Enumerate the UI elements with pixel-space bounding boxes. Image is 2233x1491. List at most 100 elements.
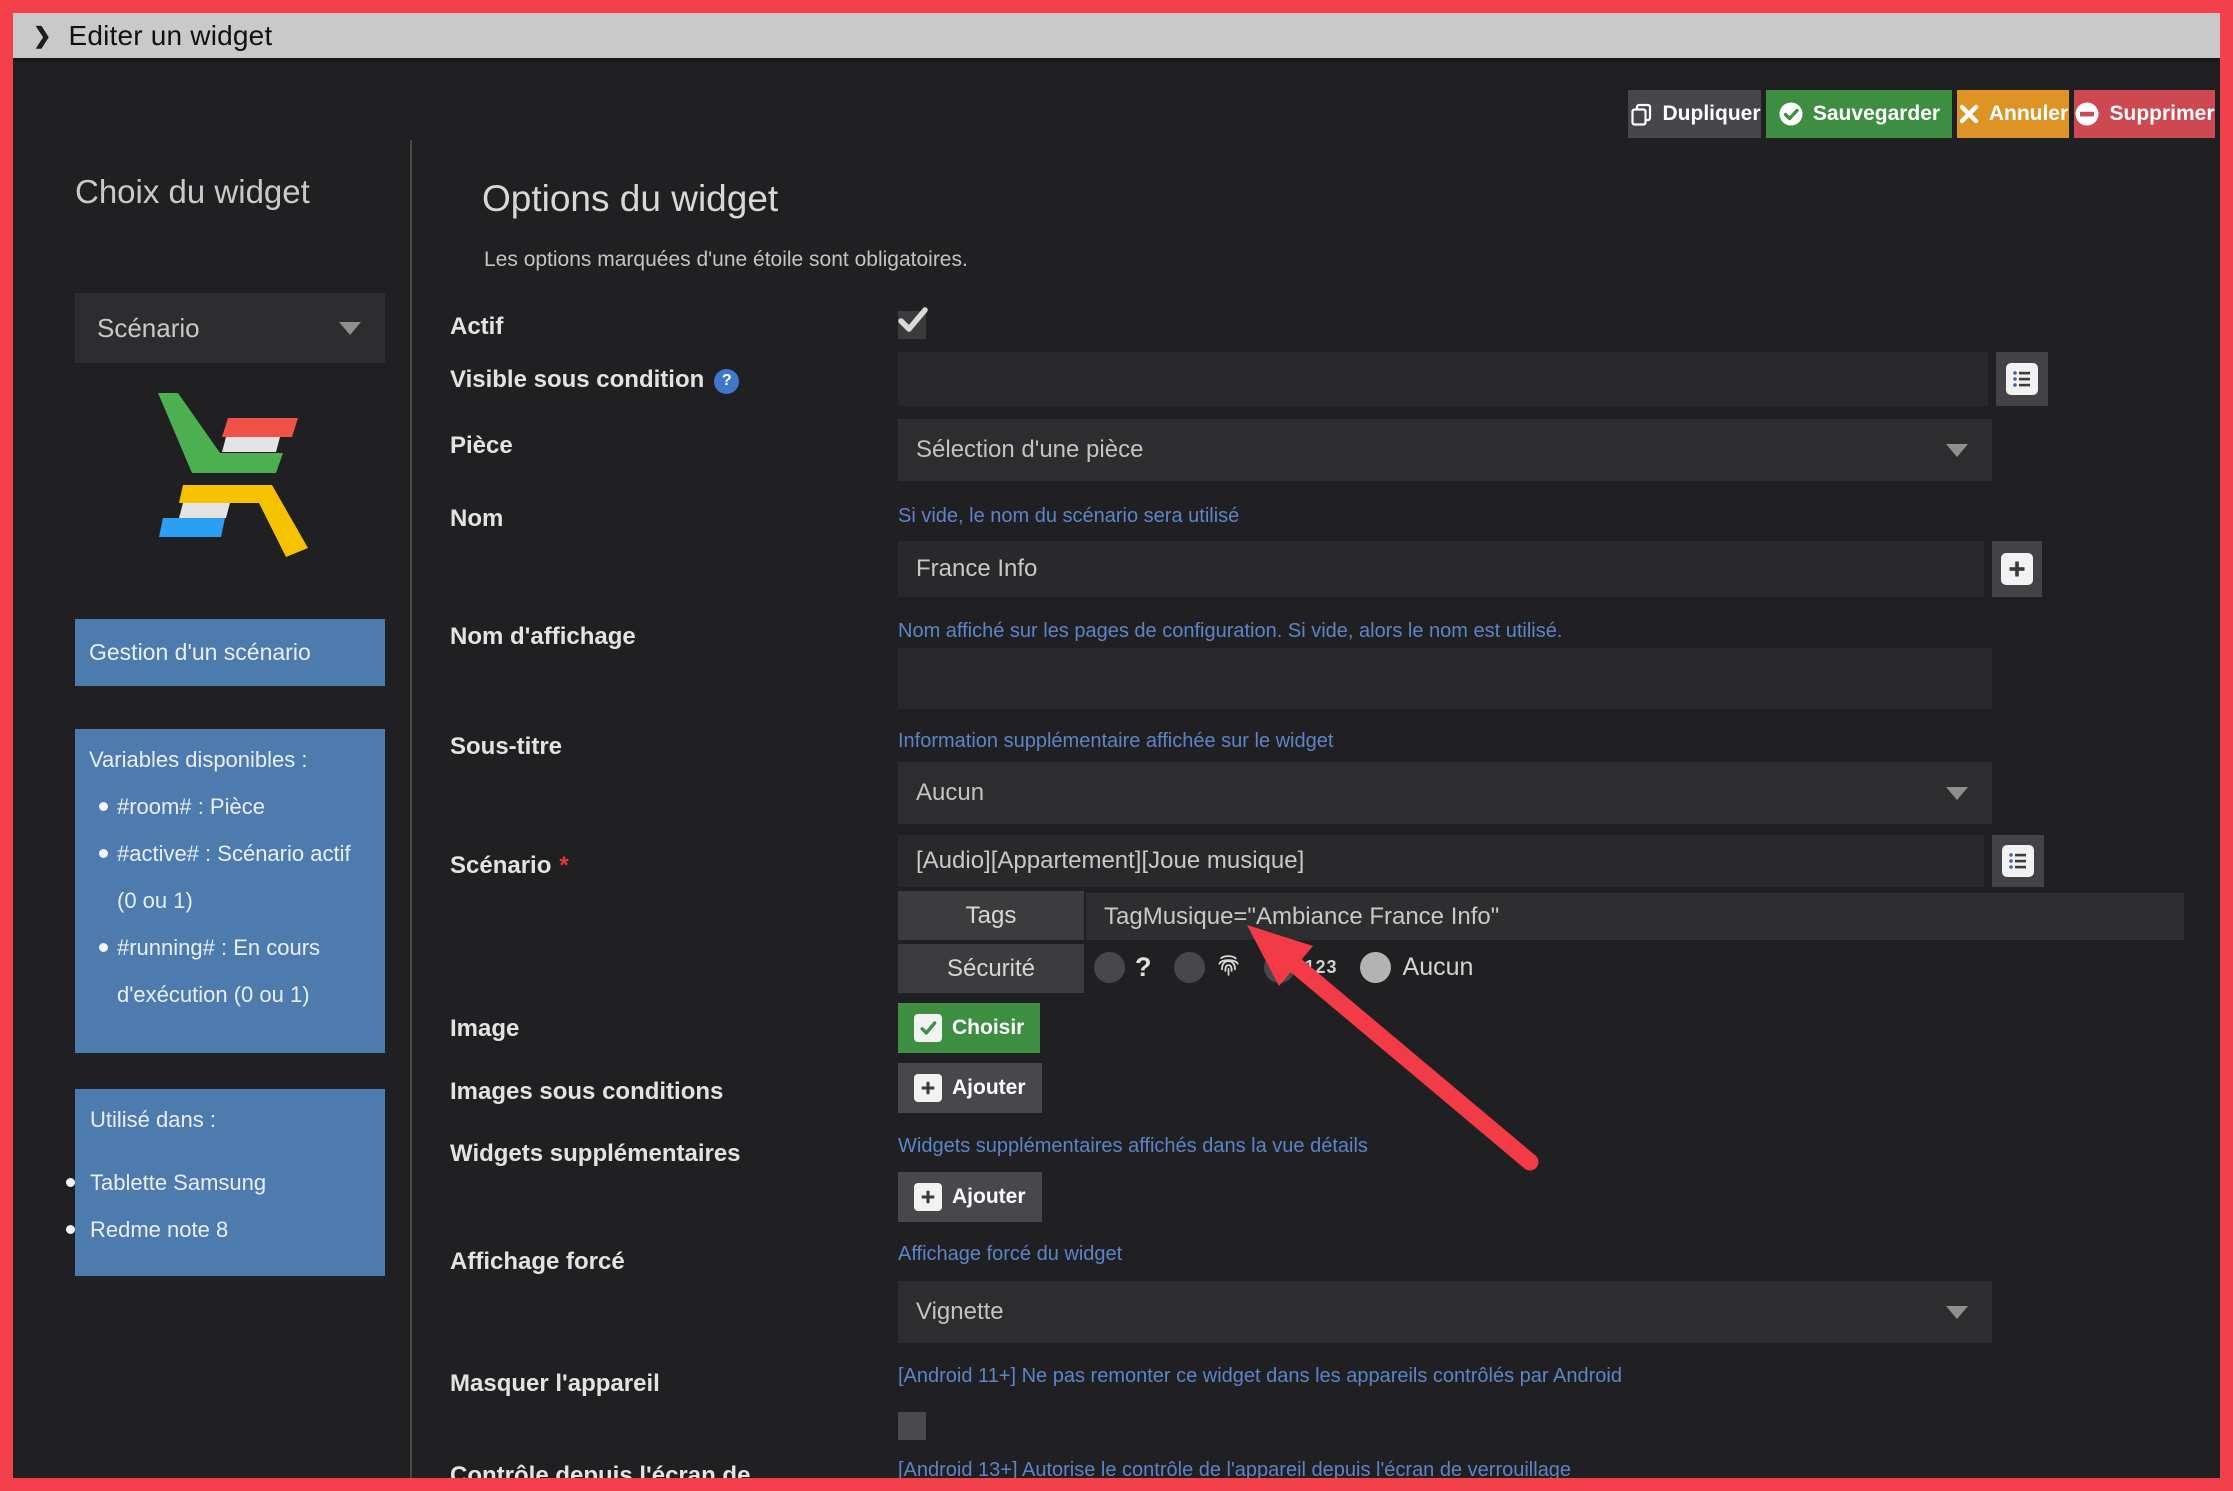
list-item: #running# : En cours d'exécution (0 ou 1… [117,924,375,1018]
field-label-masquer-appareil: Masquer l'appareil [450,1370,660,1398]
plus-square-icon [914,1183,942,1211]
field-label-nom: Nom [450,505,503,533]
list-item: Tablette Samsung [90,1159,375,1206]
controle-ecran-hint: [Android 13+] Autorise le contrôle de l'… [898,1459,1571,1482]
field-label-controle-ecran: Contrôle depuis l'écran de [450,1462,750,1490]
chevron-down-icon [339,322,361,335]
edit-widget-page: ❯ Editer un widget Dupliquer Sauvegarder… [0,0,2233,1491]
securite-chip-label: Sécurité [947,955,1035,983]
field-label-actif: Actif [450,313,503,341]
x-icon [1958,103,1980,125]
used-in-panel: Utilisé dans : Tablette Samsung Redme no… [75,1089,385,1276]
section-title: Options du widget [482,178,778,220]
variables-title: Variables disponibles : [89,747,375,773]
manage-scenario-button[interactable]: Gestion d'un scénario [75,619,385,686]
page-header: ❯ Editer un widget [13,13,2220,58]
visible-condition-input[interactable] [898,352,1988,406]
check-square-icon [914,1014,942,1042]
field-label-widgets-supplementaires: Widgets supplémentaires [450,1140,741,1168]
list-item: #room# : Pièce [117,783,375,830]
choose-image-label: Choisir [952,1016,1024,1040]
securite-radio-code[interactable] [1264,952,1295,983]
field-label-images-conditions: Images sous conditions [450,1078,723,1106]
chevron-down-icon [1946,1306,1968,1319]
scenario-input[interactable] [898,835,1984,887]
field-label-scenario: Scénario * [450,852,569,880]
securite-chip: Sécurité [898,944,1084,993]
used-in-list: Tablette Samsung Redme note 8 [90,1159,375,1253]
scenario-widget-logo [140,380,340,580]
available-variables-panel: Variables disponibles : #room# : Pièce #… [75,729,385,1053]
cancel-button[interactable]: Annuler [1957,90,2069,138]
save-button[interactable]: Sauvegarder [1766,90,1952,138]
list-item: Redme note 8 [90,1206,375,1253]
chevron-down-icon [1946,787,1968,800]
column-divider [410,140,412,1478]
plus-icon [2001,553,2033,585]
cancel-label: Annuler [1989,102,2068,126]
widget-type-value: Scénario [97,313,200,344]
affichage-force-value: Vignette [916,1298,1004,1326]
field-label-affichage-force: Affichage forcé [450,1248,625,1276]
check-circle-icon [1778,101,1804,127]
field-label-nom-affichage: Nom d'affichage [450,623,636,651]
field-label-piece: Pièce [450,432,513,460]
visible-condition-text: Visible sous condition [450,366,704,393]
help-glyph: ? [722,372,732,390]
list-item: #active# : Scénario actif (0 ou 1) [117,830,375,924]
used-in-title: Utilisé dans : [90,1107,375,1133]
sous-titre-hint: Information supplémentaire affichée sur … [898,730,1333,753]
duplicate-label: Dupliquer [1663,102,1761,126]
header-divider [13,58,2220,62]
save-label: Sauvegarder [1813,102,1940,126]
plus-square-icon [914,1074,942,1102]
required-asterisk: * [559,852,568,879]
manage-scenario-label: Gestion d'un scénario [89,639,311,666]
affichage-force-hint: Affichage forcé du widget [898,1243,1122,1266]
nom-add-button[interactable] [1992,541,2042,597]
tags-input[interactable] [1086,893,2184,940]
sous-titre-value: Aucun [916,779,984,807]
securite-radio-question[interactable] [1094,952,1125,983]
fingerprint-icon [1215,952,1242,981]
minus-circle-icon [2074,101,2100,127]
nom-affichage-input[interactable] [898,648,1992,709]
list-icon [2002,845,2034,877]
page-title: Editer un widget [68,20,272,52]
widget-type-select[interactable]: Scénario [75,293,385,363]
question-icon: ? [1135,952,1152,983]
add-button-label: Ajouter [952,1076,1026,1100]
piece-select-value: Sélection d'une pièce [916,436,1143,464]
add-conditional-image-button[interactable]: Ajouter [898,1063,1042,1113]
help-icon[interactable]: ? [714,369,739,394]
securite-none-label: Aucun [1403,953,1474,982]
list-icon [2006,363,2038,395]
duplicate-button[interactable]: Dupliquer [1628,90,1761,138]
delete-label: Supprimer [2109,102,2214,126]
sidebar-heading: Choix du widget [75,168,315,216]
securite-options: ? 123 Aucun [1094,951,1473,984]
sous-titre-select[interactable]: Aucun [898,762,1992,824]
field-label-visible-condition: Visible sous condition? [450,366,739,394]
delete-button[interactable]: Supprimer [2074,90,2215,138]
piece-select[interactable]: Sélection d'une pièce [898,419,1992,481]
chevron-right-icon: ❯ [33,23,51,49]
add-button-label: Ajouter [952,1185,1026,1209]
add-widget-button[interactable]: Ajouter [898,1172,1042,1222]
affichage-force-select[interactable]: Vignette [898,1281,1992,1343]
securite-radio-none[interactable] [1360,952,1391,983]
visible-condition-list-button[interactable] [1996,352,2048,406]
securite-radio-fingerprint[interactable] [1174,952,1205,983]
nom-input[interactable] [898,541,1984,597]
masquer-appareil-checkbox[interactable] [898,1412,926,1440]
scenario-list-button[interactable] [1992,835,2044,887]
variables-list: #room# : Pièce #active# : Scénario actif… [89,783,375,1018]
choose-image-button[interactable]: Choisir [898,1003,1040,1053]
actif-checkbox[interactable] [898,311,926,339]
widgets-supplementaires-hint: Widgets supplémentaires affichés dans la… [898,1135,1368,1158]
field-label-sous-titre: Sous-titre [450,733,562,761]
field-label-image: Image [450,1015,519,1043]
scenario-label-text: Scénario [450,852,551,879]
nom-hint: Si vide, le nom du scénario sera utilisé [898,505,1239,528]
nom-affichage-hint: Nom affiché sur les pages de configurati… [898,620,1562,643]
